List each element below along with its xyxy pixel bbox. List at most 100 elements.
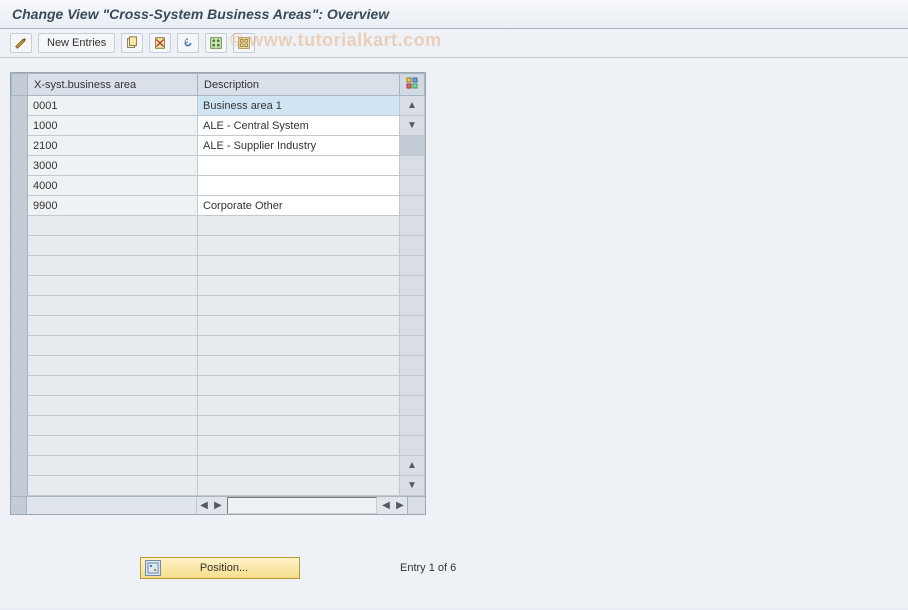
vscroll-cell [400,396,425,416]
desc-cell[interactable] [198,396,400,416]
code-cell[interactable]: 0001 [28,96,198,116]
code-cell[interactable] [28,296,198,316]
desc-cell[interactable] [198,236,400,256]
code-cell[interactable] [28,396,198,416]
desc-cell[interactable] [198,416,400,436]
vscroll-cell[interactable]: ▼ [400,476,425,496]
row-selector[interactable] [12,276,28,296]
code-cell[interactable] [28,256,198,276]
position-button[interactable]: Position... [140,557,300,579]
desc-cell[interactable] [198,256,400,276]
desc-cell[interactable] [198,456,400,476]
hscroll-left-icon[interactable]: ◀ [197,500,211,511]
code-cell[interactable] [28,436,198,456]
select-all-rows[interactable] [12,74,28,96]
column-header-code[interactable]: X-syst.business area [28,74,198,96]
row-selector[interactable] [12,356,28,376]
hscroll-track[interactable] [227,497,377,514]
vscroll-cell[interactable]: ▲ [400,96,425,116]
vscroll-cell [400,356,425,376]
vscroll-cell [400,196,425,216]
desc-cell[interactable] [198,216,400,236]
select-all-button[interactable] [205,33,227,53]
position-icon [145,560,161,576]
delete-button[interactable] [149,33,171,53]
code-cell[interactable]: 9900 [28,196,198,216]
vscroll-cell[interactable]: ▲ [400,456,425,476]
toggle-display-change-button[interactable] [10,33,32,53]
page-title: Change View "Cross-System Business Areas… [0,0,908,29]
vscroll-cell [400,376,425,396]
code-cell[interactable] [28,416,198,436]
code-cell[interactable]: 1000 [28,116,198,136]
vscroll-thumb[interactable] [400,136,425,156]
row-selector[interactable] [12,416,28,436]
row-selector[interactable] [12,396,28,416]
row-selector[interactable] [12,296,28,316]
horizontal-scrollbar: ◀ ▶ ◀ ▶ [11,496,425,514]
desc-cell[interactable] [198,436,400,456]
vscroll-cell [400,156,425,176]
row-selector[interactable] [12,96,28,116]
row-selector[interactable] [12,176,28,196]
content-area: X-syst.business area Description 0001Bus… [0,58,908,608]
desc-cell[interactable] [198,356,400,376]
row-selector[interactable] [12,456,28,476]
toolbar: New Entries [0,29,908,58]
copy-as-button[interactable] [121,33,143,53]
vscroll-cell [400,176,425,196]
desc-cell[interactable] [198,336,400,356]
row-selector[interactable] [12,316,28,336]
row-selector[interactable] [12,376,28,396]
hscroll-right-icon[interactable]: ▶ [393,500,407,511]
desc-cell[interactable] [198,376,400,396]
code-cell[interactable] [28,456,198,476]
undo-button[interactable] [177,33,199,53]
desc-cell[interactable]: ALE - Central System [198,116,400,136]
code-cell[interactable]: 4000 [28,176,198,196]
code-cell[interactable] [28,376,198,396]
code-cell[interactable] [28,236,198,256]
vscroll-cell [400,436,425,456]
row-selector[interactable] [12,436,28,456]
desc-cell[interactable] [198,316,400,336]
deselect-all-button[interactable] [233,33,255,53]
desc-cell[interactable] [198,476,400,496]
code-cell[interactable] [28,336,198,356]
desc-cell[interactable] [198,296,400,316]
row-selector[interactable] [12,196,28,216]
row-selector[interactable] [12,136,28,156]
row-selector[interactable] [12,336,28,356]
row-selector[interactable] [12,236,28,256]
row-selector[interactable] [12,216,28,236]
vscroll-up-icon: ▲ [400,97,424,115]
vscroll-cell [400,296,425,316]
vscroll-cell [400,336,425,356]
vscroll-cell [400,236,425,256]
desc-cell[interactable] [198,156,400,176]
vscroll-cell: ▼ [400,116,425,136]
desc-cell[interactable]: Corporate Other [198,196,400,216]
row-selector[interactable] [12,116,28,136]
desc-cell[interactable]: Business area 1 [198,96,400,116]
hscroll-step-right-icon[interactable]: ▶ [211,500,225,511]
row-selector[interactable] [12,476,28,496]
desc-cell[interactable] [198,176,400,196]
table-settings-button[interactable] [400,74,425,96]
code-cell[interactable] [28,356,198,376]
row-selector[interactable] [12,156,28,176]
code-cell[interactable] [28,476,198,496]
hscroll-step-left-icon[interactable]: ◀ [379,500,393,511]
new-entries-button[interactable]: New Entries [38,33,115,53]
code-cell[interactable] [28,276,198,296]
vscroll-cell [400,276,425,296]
code-cell[interactable]: 3000 [28,156,198,176]
row-selector[interactable] [12,256,28,276]
desc-cell[interactable] [198,276,400,296]
code-cell[interactable] [28,216,198,236]
vscroll-cell [400,216,425,236]
code-cell[interactable]: 2100 [28,136,198,156]
code-cell[interactable] [28,316,198,336]
column-header-desc[interactable]: Description [198,74,400,96]
desc-cell[interactable]: ALE - Supplier Industry [198,136,400,156]
